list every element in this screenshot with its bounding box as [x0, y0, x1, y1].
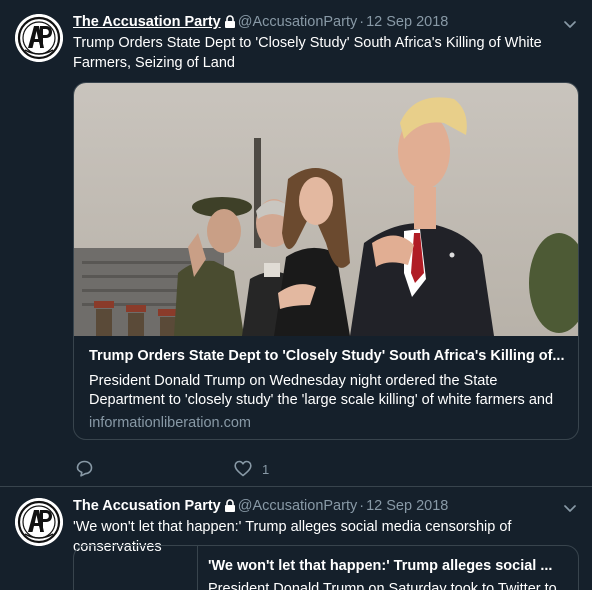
author-name[interactable]: The Accusation Party [73, 14, 221, 30]
card-title: Trump Orders State Dept to 'Closely Stud… [89, 348, 565, 364]
card-domain: informationliberation.com [89, 415, 251, 431]
separator: · [359, 14, 365, 30]
card-title: 'We won't let that happen:' Trump allege… [208, 558, 553, 574]
tweet[interactable]: The Accusation Party @AccusationParty · 12 … [0, 488, 592, 590]
lock-icon [224, 15, 235, 28]
lock-icon [224, 499, 235, 512]
reply-icon[interactable] [76, 460, 93, 477]
card-thumbnail [74, 546, 198, 590]
tweet-actions: 1 [73, 458, 373, 478]
ap-logo-icon [15, 498, 63, 546]
ap-logo-icon [15, 14, 63, 62]
card-description: President Donald Trump on Saturday took … [208, 581, 557, 590]
link-card[interactable]: 'We won't let that happen:' Trump allege… [73, 545, 579, 590]
avatar[interactable] [15, 14, 63, 62]
link-card[interactable]: Trump Orders State Dept to 'Closely Stud… [73, 82, 579, 440]
timeline: The Accusation Party @AccusationParty · 12 … [0, 0, 592, 590]
like-count: 1 [262, 462, 270, 477]
card-description: President Donald Trump on Wednesday nigh… [89, 373, 554, 408]
separator: · [359, 498, 365, 514]
chevron-down-icon[interactable] [562, 16, 578, 32]
author-handle[interactable]: @AccusationParty [238, 498, 358, 514]
tweet-header: The Accusation Party @AccusationParty · 12 … [73, 497, 552, 515]
tweet-date[interactable]: 12 Sep 2018 [366, 14, 448, 30]
chevron-down-icon[interactable] [562, 500, 578, 516]
author-handle[interactable]: @AccusationParty [238, 14, 358, 30]
avatar[interactable] [15, 498, 63, 546]
tweet[interactable]: The Accusation Party @AccusationParty · 12 … [0, 0, 592, 487]
tweet-header: The Accusation Party @AccusationParty · 12 … [73, 13, 552, 31]
heart-icon[interactable] [234, 460, 252, 477]
tweet-text: Trump Orders State Dept to 'Closely Stud… [73, 35, 542, 71]
card-body: 'We won't let that happen:' Trump allege… [208, 556, 566, 590]
card-body: Trump Orders State Dept to 'Closely Stud… [89, 346, 566, 433]
card-image [74, 83, 578, 336]
tweet-date[interactable]: 12 Sep 2018 [366, 498, 448, 514]
author-name[interactable]: The Accusation Party [73, 498, 221, 514]
